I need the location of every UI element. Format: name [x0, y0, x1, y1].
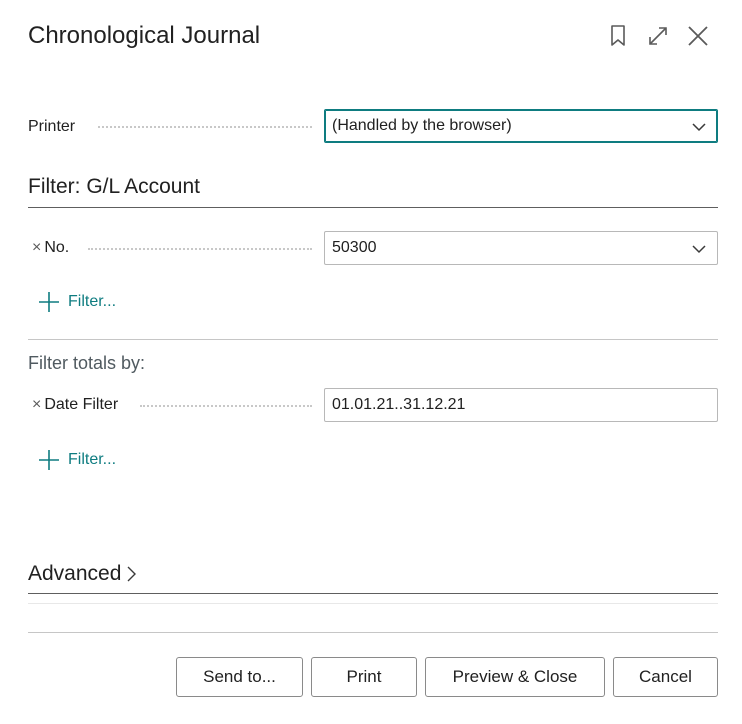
- chevron-right-icon: [127, 566, 137, 582]
- add-totals-filter-button[interactable]: Filter...: [38, 449, 116, 471]
- close-icon[interactable]: [684, 22, 712, 50]
- no-filter-value: 50300: [332, 239, 377, 256]
- add-filter-button[interactable]: Filter...: [38, 291, 116, 313]
- section-divider: [28, 339, 718, 340]
- add-filter-label: Filter...: [68, 293, 117, 310]
- advanced-toggle[interactable]: Advanced: [28, 562, 138, 586]
- bookmark-icon[interactable]: [604, 22, 632, 50]
- section-divider: [28, 603, 718, 604]
- date-filter-input[interactable]: 01.01.21..31.12.21: [324, 388, 718, 422]
- plus-icon: [39, 450, 59, 470]
- remove-filter-icon[interactable]: ×: [32, 239, 41, 257]
- add-filter-label: Filter...: [68, 451, 117, 468]
- plus-icon: [39, 292, 59, 312]
- footer-divider: [28, 632, 718, 633]
- leader-dots: [88, 248, 312, 250]
- chevron-down-icon: [692, 123, 706, 132]
- leader-dots: [140, 405, 312, 407]
- section-divider: [28, 207, 718, 208]
- section-divider: [28, 593, 718, 594]
- expand-icon[interactable]: [644, 22, 672, 50]
- cancel-button[interactable]: Cancel: [613, 657, 718, 697]
- date-filter-label-text: Date Filter: [44, 396, 119, 413]
- remove-filter-icon[interactable]: ×: [32, 396, 41, 414]
- no-filter-select[interactable]: 50300: [324, 231, 718, 265]
- no-filter-label: × No.: [32, 239, 69, 257]
- date-filter-label: × Date Filter: [32, 396, 118, 414]
- preview-close-button[interactable]: Preview & Close: [425, 657, 605, 697]
- printer-label: Printer: [28, 118, 76, 135]
- date-filter-value: 01.01.21..31.12.21: [332, 396, 466, 413]
- totals-section-title: Filter totals by:: [28, 353, 146, 373]
- printer-select[interactable]: (Handled by the browser): [324, 109, 718, 143]
- printer-value: (Handled by the browser): [332, 117, 512, 134]
- chevron-down-icon: [692, 245, 706, 254]
- dialog-title: Chronological Journal: [28, 22, 261, 49]
- print-button[interactable]: Print: [311, 657, 417, 697]
- leader-dots: [98, 126, 312, 128]
- advanced-label: Advanced: [28, 562, 122, 585]
- filter-section-title: Filter: G/L Account: [28, 175, 200, 198]
- no-label-text: No.: [44, 239, 70, 256]
- send-to-button[interactable]: Send to...: [176, 657, 303, 697]
